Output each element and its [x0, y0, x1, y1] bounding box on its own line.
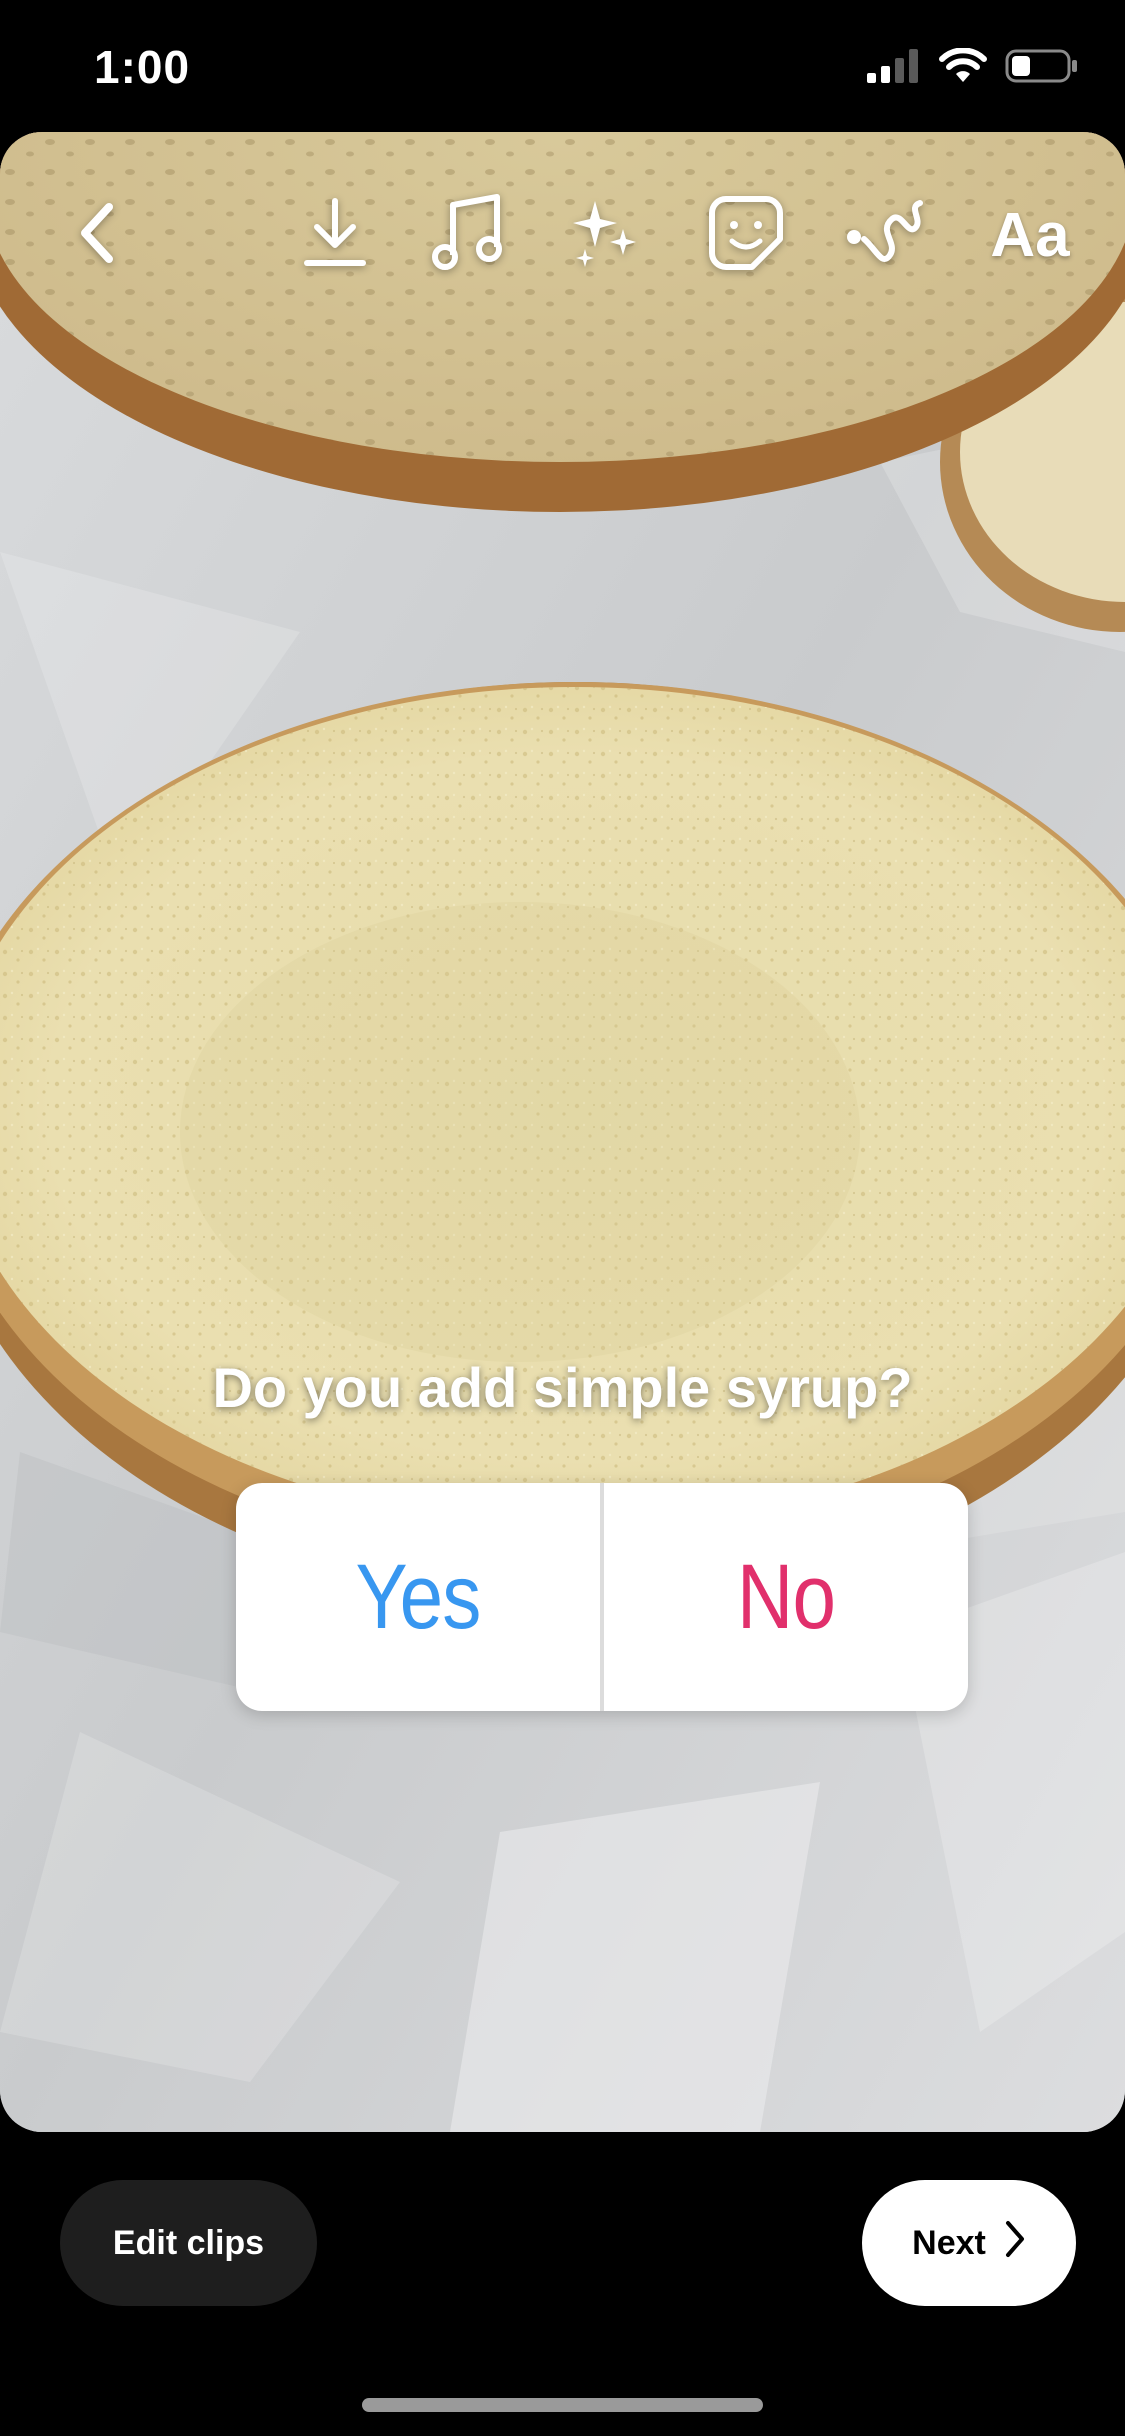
story-editor-screen: 1:00 Aa Do you add simple syrup? Yes No …: [0, 0, 1125, 2436]
poll-question: Do you add simple syrup?: [212, 1356, 913, 1419]
next-button[interactable]: Next: [862, 2180, 1076, 2306]
effects-button[interactable]: [565, 175, 645, 295]
text-tool-label: Aa: [990, 200, 1070, 270]
battery-icon: [1005, 48, 1079, 89]
status-time: 1:00: [94, 41, 191, 93]
cake-photo: [0, 132, 1125, 2132]
sparkles-icon: [567, 195, 643, 276]
draw-button[interactable]: [845, 175, 925, 295]
chevron-left-icon: [77, 201, 117, 270]
home-indicator[interactable]: [362, 2398, 763, 2412]
poll-sticker[interactable]: Yes No: [236, 1483, 968, 1711]
wifi-icon: [939, 47, 987, 89]
status-bar: 1:00: [0, 0, 1125, 132]
poll-option-yes[interactable]: Yes: [263, 1483, 572, 1711]
sticker-icon: [708, 195, 784, 276]
status-icons: [867, 47, 1079, 89]
music-note-icon: [431, 193, 505, 278]
story-canvas[interactable]: [0, 132, 1125, 2132]
poll-option-no[interactable]: No: [631, 1483, 940, 1711]
edit-clips-button[interactable]: Edit clips: [60, 2180, 317, 2306]
download-button[interactable]: [295, 175, 375, 295]
scribble-icon: [844, 197, 926, 274]
back-button[interactable]: [62, 175, 132, 295]
music-button[interactable]: [428, 175, 508, 295]
edit-clips-label: Edit clips: [112, 2223, 265, 2262]
sticker-button[interactable]: [706, 175, 786, 295]
chevron-right-icon: [1004, 2219, 1026, 2268]
text-button[interactable]: Aa: [975, 175, 1085, 295]
cellular-signal-icon: [867, 49, 921, 88]
next-label: Next: [912, 2223, 986, 2262]
download-icon: [301, 197, 369, 274]
poll-divider: [600, 1483, 604, 1711]
story-toolbar: Aa: [0, 175, 1125, 295]
